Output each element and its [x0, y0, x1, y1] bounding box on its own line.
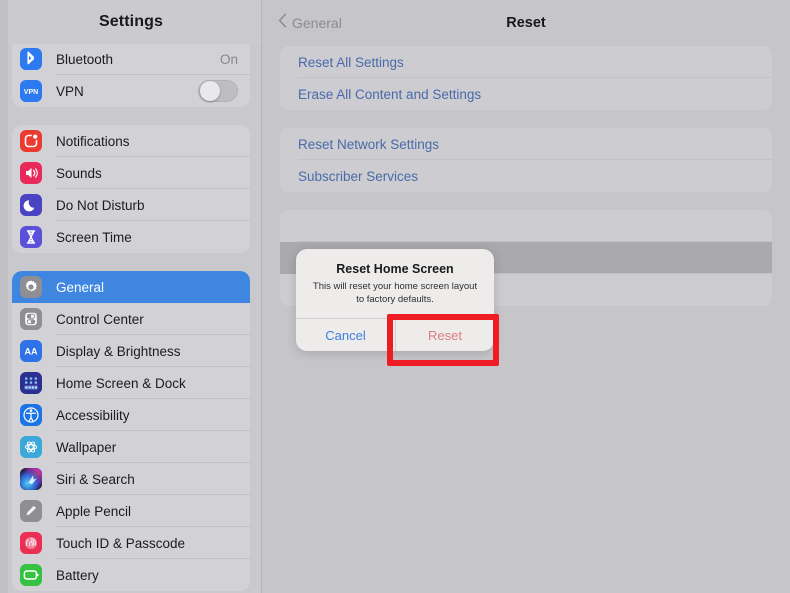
bluetooth-status: On [219, 51, 238, 67]
svg-text:VPN: VPN [24, 89, 38, 96]
gear-icon [20, 276, 42, 298]
sidebar-item-sounds[interactable]: Sounds [12, 157, 250, 189]
siri-search-icon [20, 468, 42, 490]
sidebar-item-do-not-disturb[interactable]: Do Not Disturb [12, 189, 250, 221]
sidebar-group-connectivity: Bluetooth On VPN VPN [12, 43, 250, 107]
alert-body: Reset Home Screen This will reset your h… [296, 249, 494, 318]
sidebar-item-label: Home Screen & Dock [56, 375, 186, 391]
sidebar-item-siri-search[interactable]: Siri & Search [12, 463, 250, 495]
sidebar-item-label: Wallpaper [56, 439, 117, 455]
sidebar-group-system: General Control Center AA Display & Brig… [12, 271, 250, 591]
sounds-icon [20, 162, 42, 184]
display-brightness-icon: AA [20, 340, 42, 362]
notifications-icon [20, 130, 42, 152]
sidebar-item-label: Siri & Search [56, 471, 135, 487]
sidebar-item-label: Screen Time [56, 229, 132, 245]
settings-sidebar: Settings Bluetooth On VPN VPN Notificati… [0, 0, 262, 593]
sidebar-item-accessibility[interactable]: Accessibility [12, 399, 250, 431]
sidebar-item-label: VPN [56, 83, 84, 99]
vpn-toggle[interactable] [198, 80, 238, 102]
back-button[interactable]: General [278, 13, 342, 33]
sidebar-item-label: Notifications [56, 133, 130, 149]
wallpaper-icon [20, 436, 42, 458]
sidebar-item-wallpaper[interactable]: Wallpaper [12, 431, 250, 463]
sidebar-item-battery[interactable]: Battery [12, 559, 250, 591]
row-label: Erase All Content and Settings [298, 86, 482, 102]
sidebar-item-control-center[interactable]: Control Center [12, 303, 250, 335]
sidebar-item-label: Control Center [56, 311, 144, 327]
reset-confirm-button[interactable]: Reset [395, 319, 494, 352]
control-center-icon [20, 308, 42, 330]
home-screen-dock-icon [20, 372, 42, 394]
sidebar-item-label: Apple Pencil [56, 503, 132, 519]
sidebar-item-label: Do Not Disturb [56, 197, 145, 213]
reset-all-settings-row[interactable]: Reset All Settings [280, 46, 772, 78]
sidebar-item-display-brightness[interactable]: AA Display & Brightness [12, 335, 250, 367]
sidebar-group-notifications: Notifications Sounds Do Not Disturb Scre… [12, 125, 250, 253]
alert-button-row: Cancel Reset [296, 318, 494, 352]
touch-id-passcode-icon [20, 532, 42, 554]
screen-time-icon [20, 226, 42, 248]
erase-all-content-and-settings-row[interactable]: Erase All Content and Settings [280, 78, 772, 110]
sidebar-item-screen-time[interactable]: Screen Time [12, 221, 250, 253]
reset-group-network: Reset Network Settings Subscriber Servic… [280, 128, 772, 192]
svg-text:AA: AA [25, 347, 38, 357]
sidebar-item-label: Display & Brightness [56, 343, 181, 359]
row-label: Reset All Settings [298, 54, 404, 70]
sidebar-item-label: Battery [56, 567, 99, 583]
sidebar-item-label: Sounds [56, 165, 102, 181]
sidebar-item-label: Touch ID & Passcode [56, 535, 186, 551]
sidebar-item-label: Bluetooth [56, 51, 114, 67]
sidebar-item-label: General [56, 279, 105, 295]
battery-icon [20, 564, 42, 586]
sidebar-item-home-screen-dock[interactable]: Home Screen & Dock [12, 367, 250, 399]
vpn-icon: VPN [20, 80, 42, 102]
reset-group-primary: Reset All Settings Erase All Content and… [280, 46, 772, 110]
sidebar-item-label: Accessibility [56, 407, 130, 423]
cancel-button[interactable]: Cancel [296, 319, 395, 351]
sidebar-divider [261, 0, 262, 593]
reset-keyboard-dictionary-row[interactable] [280, 210, 772, 242]
back-button-label: General [292, 15, 342, 31]
accessibility-icon [20, 404, 42, 426]
page-title: Settings [99, 13, 163, 30]
detail-nav-bar: General Reset [262, 0, 790, 46]
chevron-left-icon [278, 13, 287, 33]
sidebar-item-touch-id-passcode[interactable]: Touch ID & Passcode [12, 527, 250, 559]
bluetooth-icon [20, 48, 42, 70]
sidebar-left-edge [0, 0, 8, 593]
row-label: Subscriber Services [298, 168, 419, 184]
apple-pencil-icon [20, 500, 42, 522]
reset-network-settings-row[interactable]: Reset Network Settings [280, 128, 772, 160]
sidebar-item-notifications[interactable]: Notifications [12, 125, 250, 157]
sidebar-item-apple-pencil[interactable]: Apple Pencil [12, 495, 250, 527]
sidebar-item-general[interactable]: General [12, 271, 250, 303]
sidebar-item-bluetooth[interactable]: Bluetooth On [12, 43, 250, 75]
ipad-settings-screen: Settings Bluetooth On VPN VPN Notificati… [0, 0, 790, 593]
alert-message: This will reset your home screen layout … [312, 281, 478, 305]
do-not-disturb-icon [20, 194, 42, 216]
sidebar-item-vpn[interactable]: VPN VPN [12, 75, 250, 107]
reset-home-screen-alert: Reset Home Screen This will reset your h… [296, 249, 494, 352]
row-label: Reset Network Settings [298, 136, 440, 152]
sidebar-scroll-area[interactable]: Bluetooth On VPN VPN Notifications Sound… [0, 43, 262, 593]
sidebar-header: Settings [0, 0, 262, 44]
subscriber-services-row[interactable]: Subscriber Services [280, 160, 772, 192]
alert-title: Reset Home Screen [336, 262, 454, 276]
